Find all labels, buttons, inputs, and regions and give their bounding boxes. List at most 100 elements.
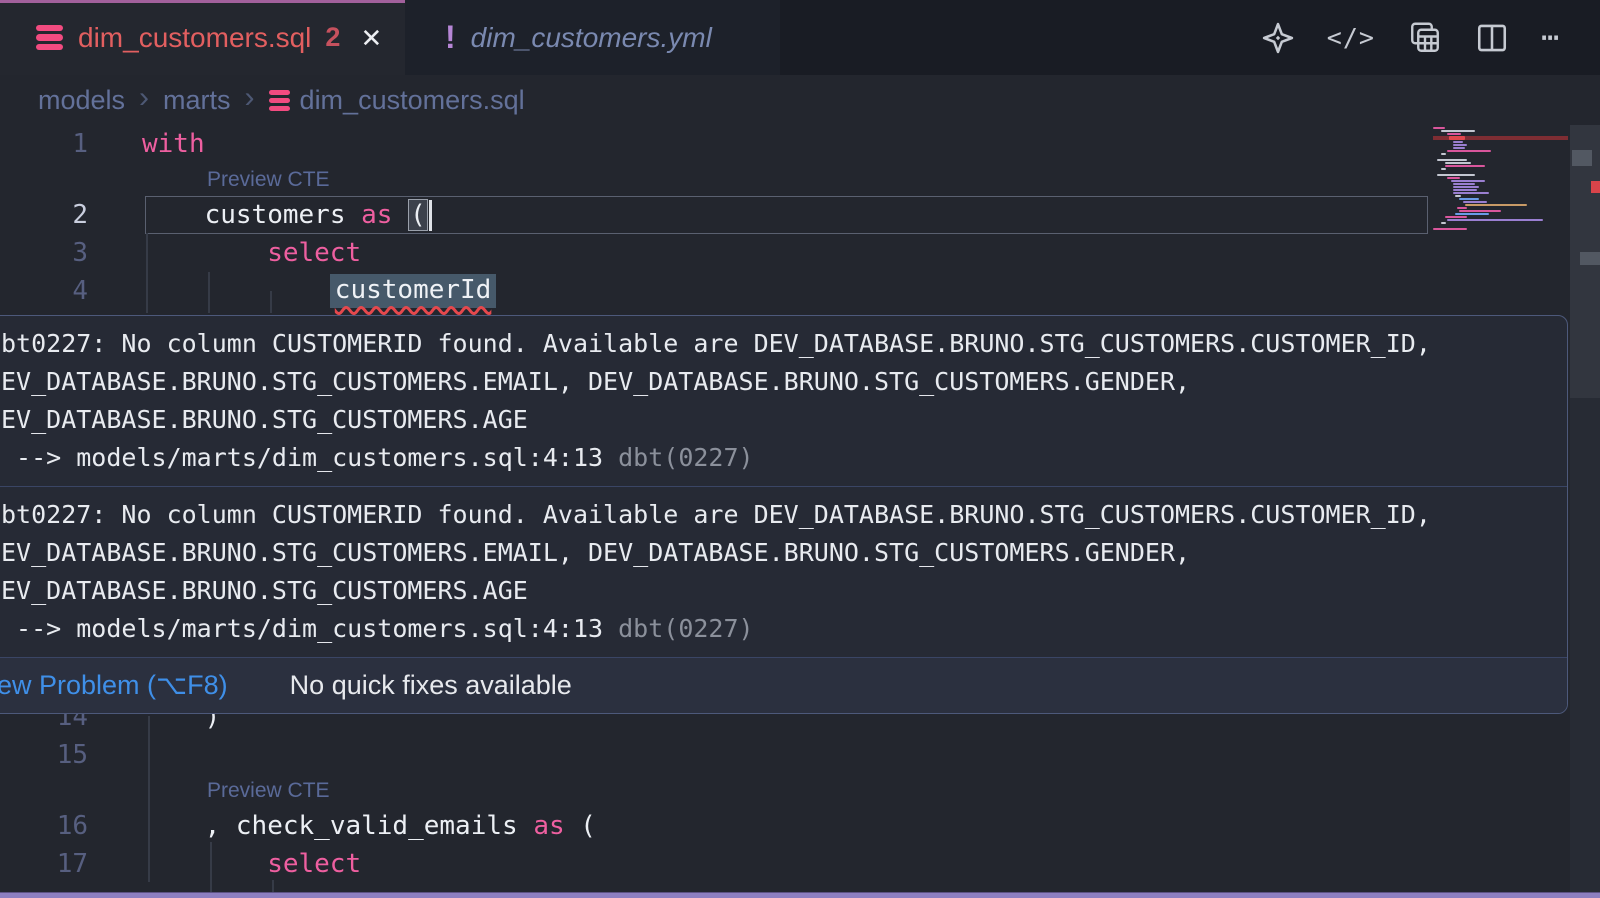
- code-text: with: [88, 129, 205, 159]
- minimap-line: [1433, 162, 1568, 164]
- minimap-line: [1433, 130, 1568, 132]
- minimap-code-bar: [1453, 141, 1463, 143]
- diagnostic-location: --> models/marts/dim_customers.sql:4:13: [1, 614, 603, 643]
- diagnostics-hover-popup: bt0227: No column CUSTOMERID found. Avai…: [0, 315, 1568, 714]
- dbt-icon[interactable]: [1261, 21, 1295, 55]
- quick-fix-status: No quick fixes available: [290, 670, 572, 701]
- view-problem-link[interactable]: iew Problem (⌥F8): [0, 670, 228, 701]
- minimap-line: [1433, 150, 1568, 152]
- code-line: 15: [0, 736, 1570, 774]
- minimap-code-bar: [1441, 153, 1446, 155]
- code-token: (: [408, 199, 428, 231]
- warning-icon: !: [445, 19, 456, 56]
- code-lens-row: Preview CTE: [0, 774, 1570, 807]
- tab-label: dim_customers.yml: [471, 22, 712, 54]
- minimap-line: [1433, 207, 1568, 209]
- diagnostic-text-line: EV_DATABASE.BRUNO.STG_CUSTOMERS.AGE: [1, 572, 1567, 610]
- code-lens-link[interactable]: Preview CTE: [207, 779, 330, 803]
- diagnostic-text-line: bt0227: No column CUSTOMERID found. Avai…: [1, 325, 1567, 363]
- minimap-line: [1433, 192, 1568, 194]
- breadcrumb-models[interactable]: models: [38, 85, 125, 116]
- minimap-code-bar: [1453, 186, 1479, 188]
- code-token: as: [361, 200, 392, 230]
- editor-window: dim_customers.sql 2 ✕ ! dim_customers.ym…: [0, 0, 1600, 898]
- copy-table-icon[interactable]: [1407, 20, 1443, 56]
- code-line: 3select: [0, 234, 1570, 272]
- minimap-line: [1433, 219, 1568, 221]
- code-editor-top[interactable]: 1withPreview CTE2customers as (3select4c…: [0, 125, 1570, 310]
- ruler-error-mark: [1591, 181, 1600, 193]
- tab-bar: dim_customers.sql 2 ✕ ! dim_customers.ym…: [0, 0, 1600, 75]
- breadcrumb-marts[interactable]: marts: [163, 85, 231, 116]
- code-lens-link[interactable]: Preview CTE: [207, 168, 330, 192]
- database-icon: [269, 90, 290, 111]
- minimap-code-bar: [1451, 180, 1485, 182]
- minimap-line: [1433, 180, 1568, 182]
- code-token: select: [267, 849, 361, 879]
- chevron-right-icon: ›: [245, 81, 255, 115]
- tab-dim-customers-sql[interactable]: dim_customers.sql 2 ✕: [0, 0, 405, 75]
- minimap-line: [1433, 141, 1568, 143]
- minimap-code-bar: [1445, 162, 1471, 164]
- minimap-line: [1433, 225, 1568, 227]
- indent-guide: [146, 233, 148, 313]
- diagnostic-code: dbt(0227): [603, 614, 754, 643]
- ruler-mark: [1580, 252, 1600, 265]
- indent-guide: [208, 272, 210, 313]
- diagnostic-text-line: EV_DATABASE.BRUNO.STG_CUSTOMERS.EMAIL, D…: [1, 363, 1567, 401]
- minimap-code-bar: [1445, 216, 1467, 218]
- window-bottom-border: [0, 892, 1600, 898]
- minimap-line: [1433, 171, 1568, 173]
- chevron-right-icon: ›: [139, 81, 149, 115]
- breadcrumb-file[interactable]: dim_customers.sql: [300, 85, 525, 116]
- minimap[interactable]: [1433, 127, 1568, 231]
- diagnostic-text-line: EV_DATABASE.BRUNO.STG_CUSTOMERS.EMAIL, D…: [1, 534, 1567, 572]
- line-number: 4: [0, 276, 88, 306]
- minimap-code-bar: [1433, 127, 1445, 129]
- minimap-code-bar: [1447, 177, 1460, 179]
- minimap-code-bar: [1453, 144, 1467, 146]
- code-token: , check_valid_emails: [205, 811, 534, 841]
- code-line: 2customers as (: [0, 196, 1570, 234]
- split-editor-icon[interactable]: [1475, 21, 1509, 55]
- minimap-code-bar: [1433, 228, 1467, 230]
- code-line: 17select: [0, 845, 1570, 883]
- diagnostic-message: bt0227: No column CUSTOMERID found. Avai…: [0, 486, 1567, 657]
- diagnostic-messages: bt0227: No column CUSTOMERID found. Avai…: [0, 316, 1567, 657]
- minimap-line: [1433, 183, 1568, 185]
- minimap-code-bar: [1455, 195, 1461, 197]
- minimap-code-bar: [1465, 204, 1527, 206]
- tab-dim-customers-yml[interactable]: ! dim_customers.yml: [405, 0, 780, 75]
- minimap-line: [1433, 168, 1568, 170]
- minimap-code-bar: [1453, 147, 1465, 149]
- minimap-code-bar: [1441, 222, 1446, 224]
- minimap-code-bar: [1441, 168, 1446, 170]
- minimap-code-bar: [1459, 210, 1501, 212]
- minimap-line: [1433, 228, 1568, 230]
- code-text: , check_valid_emails as (: [151, 811, 596, 841]
- minimap-code-bar: [1457, 207, 1467, 209]
- diagnostic-message: bt0227: No column CUSTOMERID found. Avai…: [0, 316, 1567, 486]
- minimap-line: [1433, 186, 1568, 188]
- code-editor-bottom[interactable]: 14)15Preview CTE16, check_valid_emails a…: [0, 698, 1570, 883]
- minimap-code-bar: [1453, 189, 1477, 191]
- breadcrumb: models › marts › dim_customers.sql: [0, 75, 1600, 125]
- minimap-code-bar: [1453, 192, 1489, 194]
- code-token: select: [267, 238, 361, 268]
- minimap-code-bar: [1441, 130, 1475, 132]
- code-line: 4 customerId: [0, 272, 1570, 310]
- compile-code-icon[interactable]: </>: [1327, 23, 1375, 52]
- code-token: customers: [205, 200, 362, 230]
- minimap-line: [1433, 213, 1568, 215]
- diagnostic-location: --> models/marts/dim_customers.sql:4:13: [1, 443, 603, 472]
- code-token: [392, 200, 408, 230]
- minimap-code-bar: [1447, 219, 1543, 221]
- error-token: customerId: [330, 274, 497, 308]
- minimap-line: [1433, 165, 1568, 167]
- minimap-code-bar: [1437, 174, 1475, 176]
- more-actions-icon[interactable]: ⋯: [1541, 20, 1560, 55]
- minimap-line: [1433, 156, 1568, 158]
- close-icon[interactable]: ✕: [360, 25, 382, 51]
- minimap-line: [1433, 174, 1568, 176]
- database-icon: [36, 25, 63, 51]
